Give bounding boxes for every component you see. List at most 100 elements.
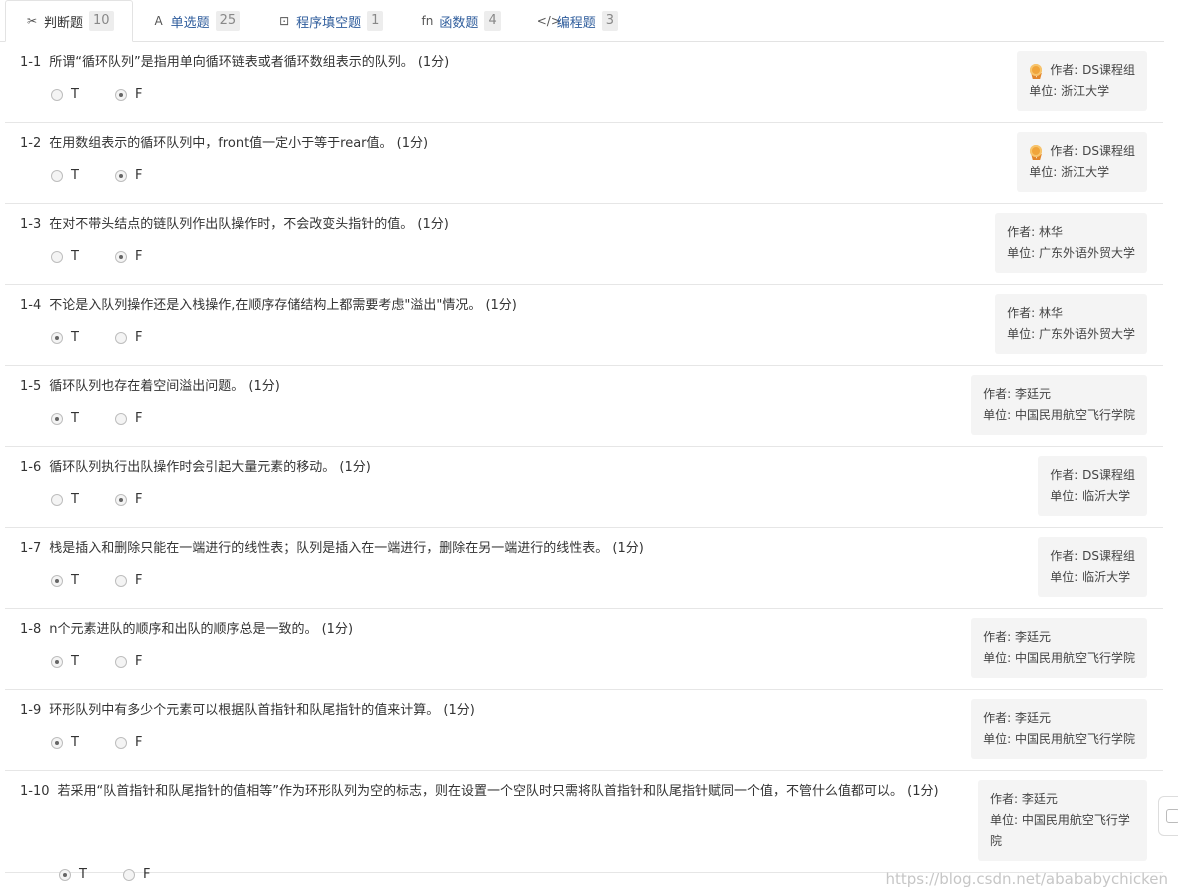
medal-icon: [1029, 63, 1044, 79]
question-number: 1-10: [20, 784, 50, 799]
radio-true[interactable]: [51, 574, 63, 587]
radio-false[interactable]: [115, 169, 127, 182]
radio-true[interactable]: [51, 655, 63, 668]
option-label: F: [135, 87, 143, 102]
option-true[interactable]: T: [51, 330, 115, 345]
question-title: 1-3 在对不带头结点的链队列作出队操作时，不会改变头指针的值。 (1分): [20, 214, 955, 235]
option-false[interactable]: F: [115, 168, 179, 183]
option-true[interactable]: T: [51, 168, 115, 183]
author-unit: 单位: 浙江大学: [1029, 84, 1110, 98]
radio-false[interactable]: [115, 250, 127, 263]
option-true[interactable]: T: [51, 573, 115, 588]
radio-true[interactable]: [51, 412, 63, 425]
option-label: F: [135, 573, 143, 588]
option-false[interactable]: F: [115, 249, 179, 264]
question-text: 环形队列中有多少个元素可以根据队首指针和队尾指针的值来计算。 (1分): [49, 703, 475, 718]
radio-false[interactable]: [115, 736, 127, 749]
tab-program-fill-in[interactable]: ⊡ 程序填空题 1: [258, 0, 401, 42]
radio-true[interactable]: [51, 88, 63, 101]
author-unit: 单位: 临沂大学: [1050, 489, 1131, 503]
tab-true-false[interactable]: ✂ 判断题 10: [5, 0, 133, 42]
question-number: 1-4: [20, 298, 42, 313]
option-label: F: [135, 249, 143, 264]
question-title: 1-7 栈是插入和删除只能在一端进行的线性表；队列是插入在一端进行，删除在另一端进…: [20, 538, 955, 559]
option-true[interactable]: T: [51, 492, 115, 507]
question-text: 在对不带头结点的链队列作出队操作时，不会改变头指针的值。 (1分): [49, 217, 449, 232]
radio-false[interactable]: [115, 412, 127, 425]
option-true[interactable]: T: [51, 249, 115, 264]
author-name: 作者: 李廷元: [990, 792, 1058, 806]
radio-true[interactable]: [51, 736, 63, 749]
option-true[interactable]: T: [59, 867, 123, 882]
option-false[interactable]: F: [115, 735, 179, 750]
author-card: 作者: DS课程组 单位: 浙江大学: [1017, 132, 1147, 192]
function-icon: fn: [421, 14, 434, 28]
tab-count-badge: 3: [601, 11, 619, 31]
option-label: F: [135, 411, 143, 426]
author-card: 作者: 李廷元 单位: 中国民用航空飞行学院: [971, 375, 1147, 435]
author-card: 作者: DS课程组单位: 临沂大学: [1038, 537, 1147, 597]
author-name: 作者: 李廷元: [983, 711, 1051, 725]
author-line: 作者: 林华: [1007, 222, 1135, 243]
feedback-side-button[interactable]: [1158, 796, 1178, 836]
author-unit: 单位: 中国民用航空飞行学院: [983, 651, 1135, 665]
author-line: 作者: DS课程组: [1029, 141, 1135, 162]
unit-line: 单位: 临沂大学: [1050, 567, 1135, 588]
option-false[interactable]: F: [115, 573, 179, 588]
option-false[interactable]: F: [115, 411, 179, 426]
question-title: 1-2 在用数组表示的循环队列中，front值一定小于等于rear值。 (1分): [20, 133, 955, 154]
author-name: 作者: DS课程组: [1050, 549, 1135, 563]
tab-programming[interactable]: </> 编程题 3: [519, 0, 636, 42]
question-item: 1-7 栈是插入和删除只能在一端进行的线性表；队列是插入在一端进行，删除在另一端进…: [5, 528, 1163, 609]
question-item: 1-3 在对不带头结点的链队列作出队操作时，不会改变头指针的值。 (1分) T F 作者…: [5, 204, 1163, 285]
question-number: 1-1: [20, 55, 42, 70]
radio-false[interactable]: [115, 655, 127, 668]
option-true[interactable]: T: [51, 87, 115, 102]
question-item: 1-1 所谓“循环队列”是指用单向循环链表或者循环数组表示的队列。 (1分) T F 作…: [5, 42, 1163, 123]
question-item: 1-5 循环队列也存在着空间溢出问题。 (1分) T F 作者: 李廷元 单位: 中国民用…: [5, 366, 1163, 447]
option-true[interactable]: T: [51, 411, 115, 426]
tab-label: 程序填空题: [296, 15, 362, 31]
option-false[interactable]: F: [123, 867, 187, 882]
unit-line: 单位: 中国民用航空飞行学院: [990, 810, 1135, 852]
radio-true[interactable]: [59, 868, 71, 881]
author-line: 作者: DS课程组: [1050, 546, 1135, 567]
question-item: 1-6 循环队列执行出队操作时会引起大量元素的移动。 (1分) T F 作者: DS课程…: [5, 447, 1163, 528]
option-label: T: [71, 411, 79, 426]
radio-false[interactable]: [123, 868, 135, 881]
author-name: 作者: DS课程组: [1050, 468, 1135, 482]
option-true[interactable]: T: [51, 735, 115, 750]
question-list: 1-1 所谓“循环队列”是指用单向循环链表或者循环数组表示的队列。 (1分) T F 作…: [5, 42, 1163, 882]
radio-false[interactable]: [115, 574, 127, 587]
radio-false[interactable]: [115, 331, 127, 344]
tab-count-badge: 25: [215, 11, 241, 31]
option-false[interactable]: F: [115, 330, 179, 345]
radio-true[interactable]: [51, 250, 63, 263]
single-choice-icon: A: [154, 14, 163, 28]
option-label: T: [71, 735, 79, 750]
option-false[interactable]: F: [115, 492, 179, 507]
author-name: 作者: DS课程组: [1050, 144, 1135, 158]
radio-true[interactable]: [51, 169, 63, 182]
author-line: 作者: DS课程组: [1050, 465, 1135, 486]
author-card: 作者: DS课程组 单位: 浙江大学: [1017, 51, 1147, 111]
tab-single-choice[interactable]: A 单选题 25: [133, 0, 259, 42]
option-false[interactable]: F: [115, 654, 179, 669]
option-false[interactable]: F: [115, 87, 179, 102]
option-true[interactable]: T: [51, 654, 115, 669]
medal-icon: [1029, 144, 1044, 160]
author-line: 作者: 李廷元: [983, 708, 1135, 729]
question-number: 1-5: [20, 379, 42, 394]
watermark: https://blog.csdn.net/abababychicken: [885, 870, 1168, 888]
radio-true[interactable]: [51, 493, 63, 506]
option-label: T: [71, 654, 79, 669]
tab-count-badge: 10: [89, 11, 114, 31]
radio-false[interactable]: [115, 88, 127, 101]
radio-false[interactable]: [115, 493, 127, 506]
tab-count-badge: 4: [484, 11, 501, 31]
tab-function[interactable]: fn 函数题 4: [401, 0, 518, 42]
answer-options: TF: [51, 492, 179, 507]
radio-true[interactable]: [51, 331, 63, 344]
question-title: 1-8 n个元素进队的顺序和出队的顺序总是一致的。 (1分): [20, 619, 955, 640]
question-number: 1-3: [20, 217, 42, 232]
